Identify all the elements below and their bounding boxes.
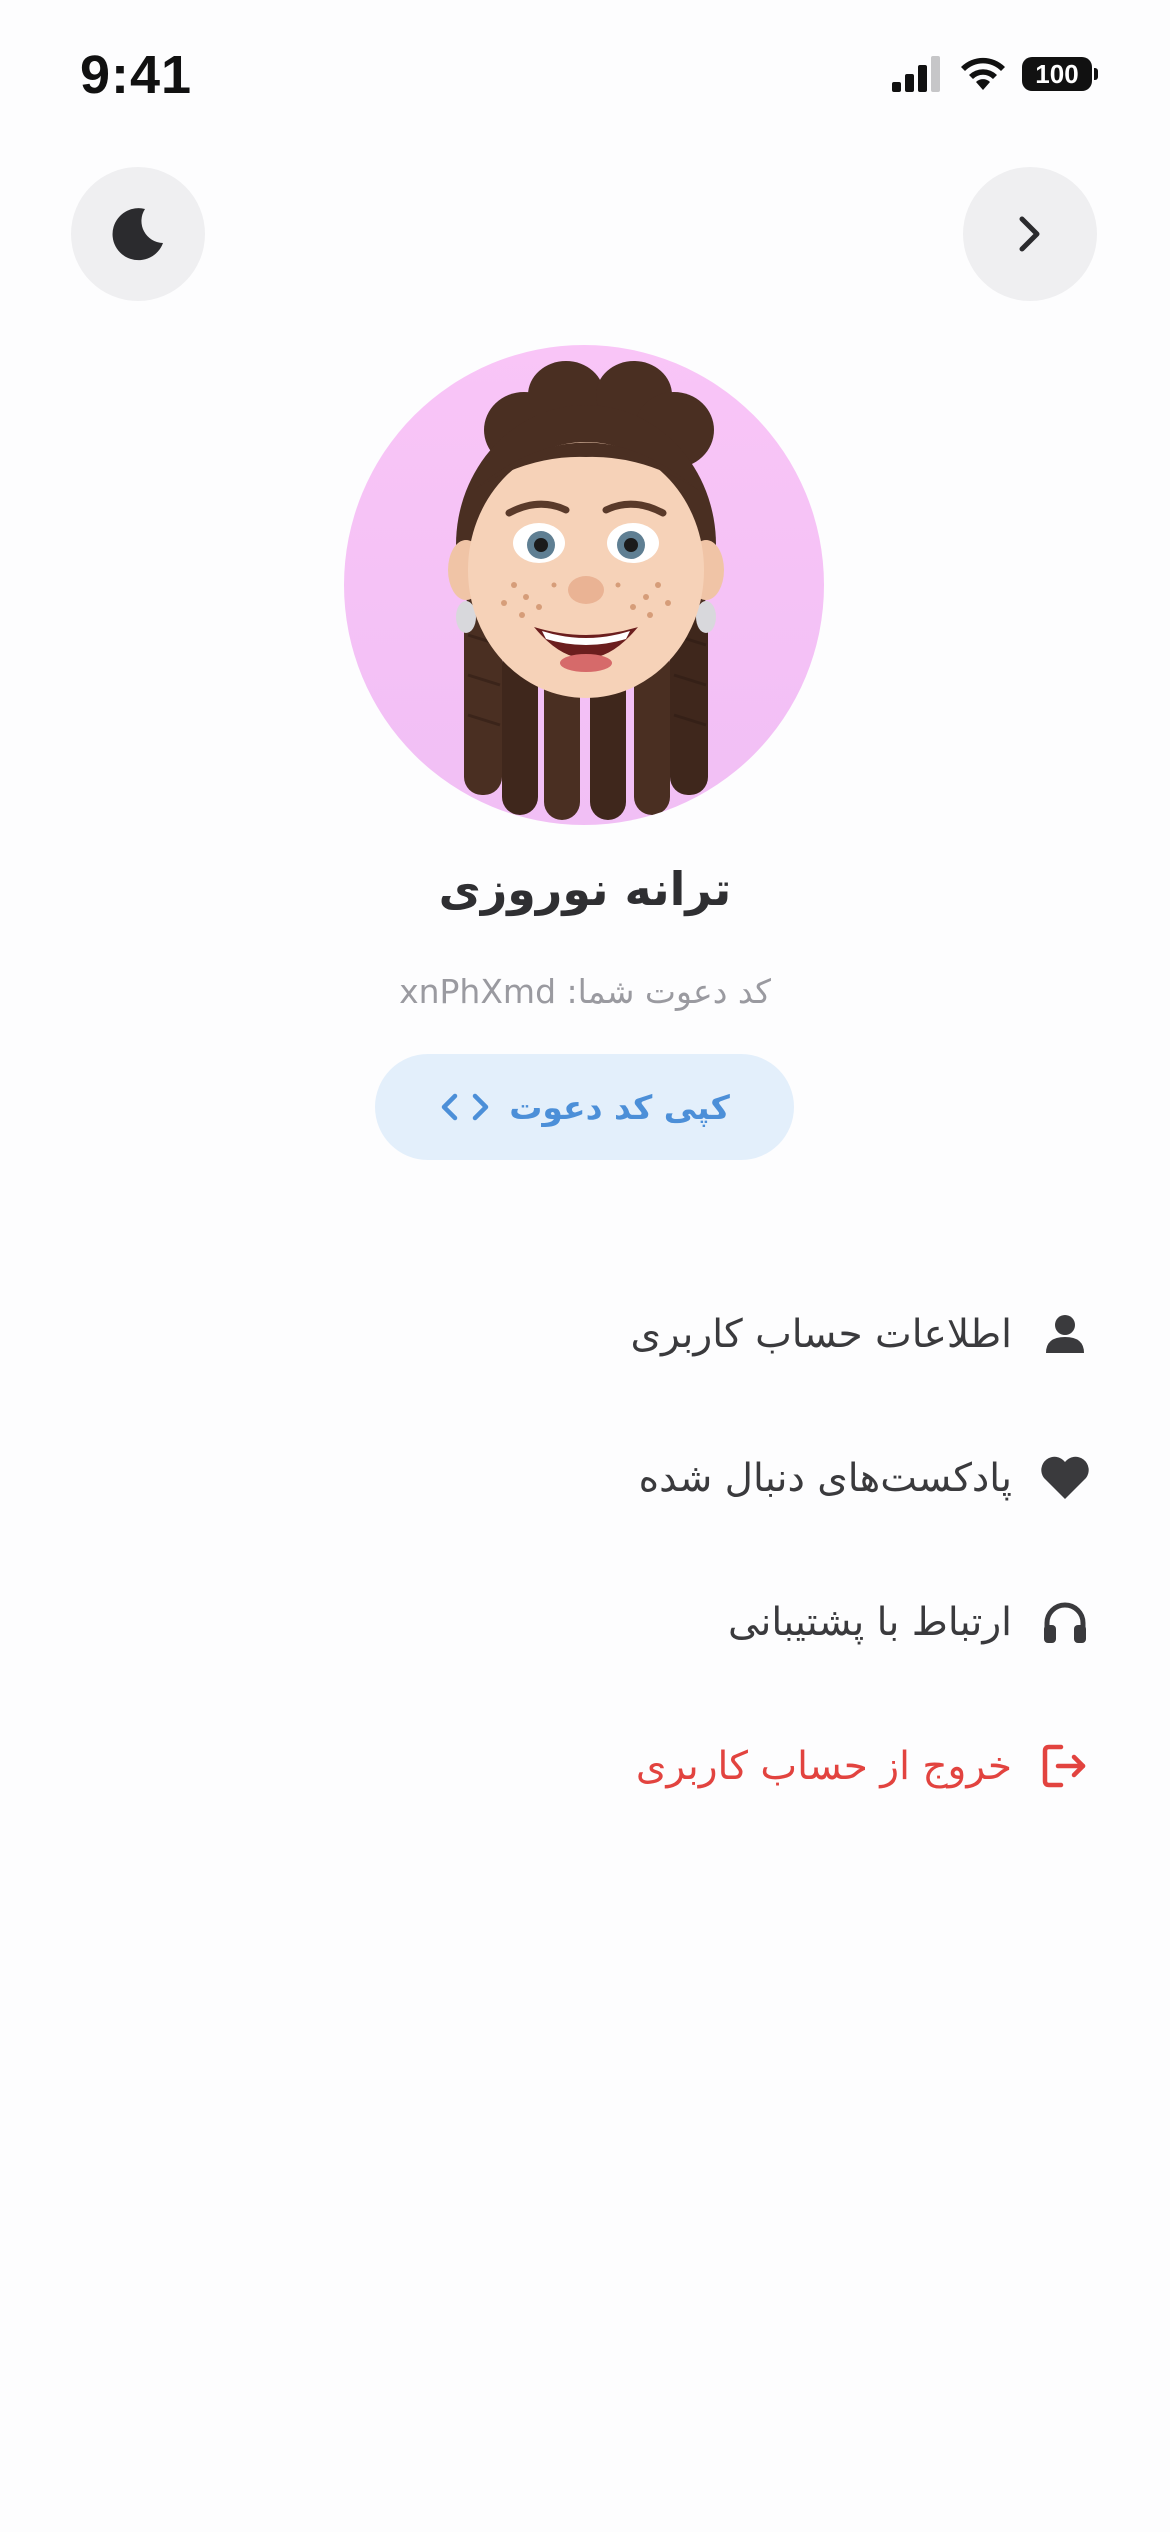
- user-name: ترانه نوروزی: [438, 862, 732, 916]
- profile-avatar: [344, 345, 824, 825]
- status-time: 9:41: [80, 45, 193, 105]
- profile-menu: اطلاعات حساب کاربری پادکست‌های دنبال شده…: [292, 1262, 1092, 1838]
- wifi-icon: [961, 57, 1005, 90]
- menu-item-account-info[interactable]: اطلاعات حساب کاربری: [292, 1262, 1092, 1406]
- logout-icon: [1038, 1739, 1092, 1793]
- user-icon: [1038, 1307, 1092, 1361]
- forward-button[interactable]: [963, 167, 1097, 301]
- invite-code-text: کد دعوت شما: xnPhXmd: [399, 972, 771, 1011]
- menu-item-label: پادکست‌های دنبال شده: [638, 1455, 1012, 1501]
- heart-icon: [1038, 1451, 1092, 1505]
- status-icons: 100: [892, 56, 1098, 92]
- copy-button-label: کپی کد دعوت: [509, 1087, 730, 1127]
- battery-indicator: 100: [1022, 57, 1098, 91]
- menu-item-label: ارتباط با پشتیبانی: [728, 1599, 1012, 1645]
- menu-item-followed-podcasts[interactable]: پادکست‌های دنبال شده: [292, 1406, 1092, 1550]
- theme-toggle-button[interactable]: [71, 167, 205, 301]
- copy-invite-code-button[interactable]: کپی کد دعوت: [375, 1054, 794, 1160]
- code-brackets-icon: [441, 1093, 489, 1121]
- cellular-signal-icon: [892, 56, 940, 92]
- memoji-avatar-icon: [448, 361, 724, 820]
- menu-item-support[interactable]: ارتباط با پشتیبانی: [292, 1550, 1092, 1694]
- chevron-right-icon: [1019, 216, 1040, 252]
- headphones-icon: [1038, 1595, 1092, 1649]
- menu-item-label: خروج از حساب کاربری: [635, 1743, 1012, 1789]
- moon-icon: [112, 208, 163, 261]
- menu-item-logout[interactable]: خروج از حساب کاربری: [292, 1694, 1092, 1838]
- menu-item-label: اطلاعات حساب کاربری: [630, 1311, 1013, 1357]
